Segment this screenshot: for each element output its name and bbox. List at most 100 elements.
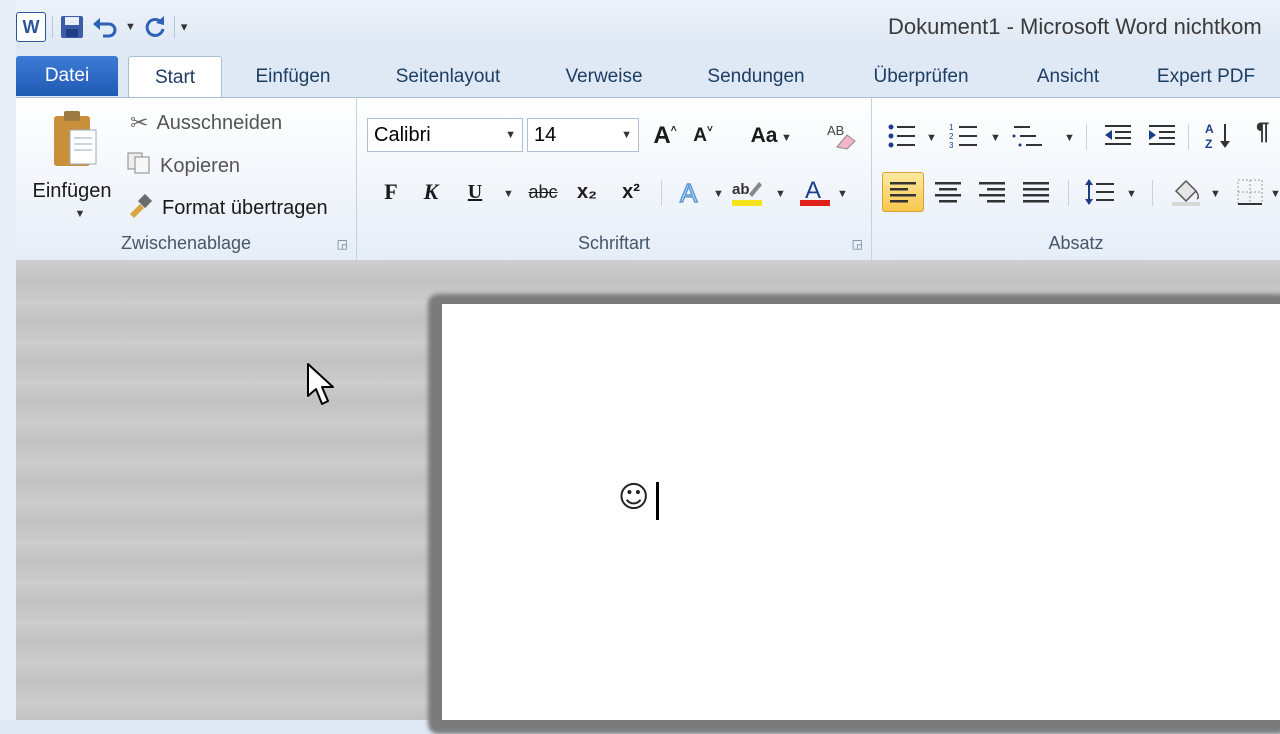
numbering-button[interactable]: 123: [946, 118, 982, 154]
increase-indent-icon: [1149, 125, 1175, 145]
line-spacing-dropdown-icon[interactable]: ▼: [1126, 188, 1137, 200]
tab-expert-pdf[interactable]: Expert PDF: [1144, 58, 1268, 96]
increase-indent-button[interactable]: [1144, 118, 1180, 154]
font-size-dropdown-icon[interactable]: ▼: [621, 129, 632, 141]
clear-formatting-button[interactable]: AB: [823, 118, 859, 154]
align-right-button[interactable]: [974, 174, 1010, 210]
tab-file[interactable]: Datei: [16, 56, 118, 96]
align-left-button[interactable]: [882, 172, 924, 212]
align-right-icon: [979, 182, 1005, 203]
tab-start[interactable]: Start: [128, 56, 222, 99]
svg-text:A: A: [1205, 122, 1214, 136]
window-title: Dokument1 - Microsoft Word nichtkom: [888, 14, 1262, 39]
document-text[interactable]: ☺: [618, 480, 649, 515]
numbering-dropdown-icon[interactable]: ▼: [990, 132, 1001, 144]
paragraph-separator: [1188, 124, 1189, 150]
paintbrush-icon: [126, 192, 154, 224]
justify-icon: [1023, 182, 1049, 203]
decrease-indent-icon: [1105, 125, 1131, 145]
highlight-button[interactable]: ab: [729, 174, 765, 210]
text-effects-icon: A: [679, 177, 699, 207]
tab-view[interactable]: Ansicht: [1020, 58, 1116, 96]
paint-bucket-icon: [1172, 179, 1200, 206]
qat-separator: [52, 16, 53, 38]
scissors-icon: ✂: [130, 110, 149, 135]
font-size-box[interactable]: 14 ▼: [527, 118, 639, 152]
clipboard-launcher-icon[interactable]: ◲: [337, 237, 348, 251]
multilevel-list-dropdown-icon[interactable]: ▼: [1064, 132, 1075, 144]
grow-font-icon: A: [653, 122, 671, 149]
save-icon[interactable]: [59, 13, 85, 41]
redo-icon[interactable]: [142, 13, 168, 41]
svg-text:A: A: [680, 178, 698, 207]
grow-font-arrow-icon: ˄: [670, 123, 677, 135]
undo-icon[interactable]: [91, 13, 119, 41]
highlight-dropdown-icon[interactable]: ▼: [775, 188, 786, 200]
shading-button[interactable]: [1168, 174, 1204, 210]
format-painter-button[interactable]: Format übertragen: [126, 192, 328, 224]
document-page[interactable]: ☺: [442, 304, 1280, 720]
underline-button[interactable]: U: [457, 174, 493, 210]
window-left-border: [0, 0, 16, 720]
qat-separator: [173, 16, 175, 38]
text-effects-button[interactable]: A: [673, 174, 709, 210]
copy-icon: [126, 151, 152, 181]
ribbon-tabs: Datei Start Einfügen Seitenlayout Verwei…: [16, 52, 1280, 99]
multilevel-list-button[interactable]: [1010, 118, 1046, 154]
tab-review[interactable]: Überprüfen: [852, 58, 990, 96]
font-name-dropdown-icon[interactable]: ▼: [505, 129, 516, 141]
word-logo-icon[interactable]: W: [16, 12, 46, 42]
underline-dropdown-icon[interactable]: ▼: [503, 188, 514, 200]
change-case-dropdown-icon[interactable]: ▼: [781, 132, 792, 144]
tab-mailings[interactable]: Sendungen: [690, 58, 822, 96]
paste-button[interactable]: Einfügen ▼: [26, 104, 118, 224]
font-color-button[interactable]: A: [797, 174, 833, 210]
shading-dropdown-icon[interactable]: ▼: [1210, 188, 1221, 200]
strikethrough-button[interactable]: abc: [523, 174, 563, 210]
bold-button[interactable]: F: [373, 174, 409, 210]
bullets-button[interactable]: [884, 118, 920, 154]
text-effects-dropdown-icon[interactable]: ▼: [713, 188, 724, 200]
tab-page-layout[interactable]: Seitenlayout: [378, 58, 518, 96]
font-launcher-icon[interactable]: ◲: [852, 237, 863, 251]
cut-button[interactable]: ✂ Ausschneiden: [130, 110, 282, 136]
bullets-dropdown-icon[interactable]: ▼: [926, 132, 937, 144]
tab-references[interactable]: Verweise: [548, 58, 660, 96]
change-case-button[interactable]: Aa: [747, 118, 781, 154]
borders-dropdown-icon[interactable]: ▼: [1270, 188, 1280, 200]
svg-text:ab: ab: [732, 181, 750, 198]
subscript-button[interactable]: x₂: [569, 174, 605, 210]
undo-dropdown-icon[interactable]: ▼: [125, 13, 136, 41]
font-color-dropdown-icon[interactable]: ▼: [837, 188, 848, 200]
align-center-button[interactable]: [930, 174, 966, 210]
font-separator: [661, 180, 662, 206]
italic-button[interactable]: K: [413, 174, 449, 210]
line-spacing-button[interactable]: [1082, 174, 1118, 210]
justify-button[interactable]: [1018, 174, 1054, 210]
copy-button[interactable]: Kopieren: [126, 151, 240, 181]
multilevel-list-icon: [1012, 126, 1042, 147]
grow-font-button[interactable]: A ˄: [647, 118, 683, 154]
decrease-indent-button[interactable]: [1100, 118, 1136, 154]
highlighter-icon: ab: [732, 181, 762, 206]
clipboard-group-label: Zwischenablage: [120, 233, 252, 253]
sort-icon: AZ: [1205, 122, 1230, 151]
font-group: Calibri ▼ 14 ▼ A ˄ A ˅ Aa ▼ AB F K U ▼ a…: [357, 98, 872, 260]
show-formatting-icon[interactable]: ¶: [1256, 118, 1269, 146]
svg-text:2: 2: [949, 132, 954, 141]
font-name-box[interactable]: Calibri ▼: [367, 118, 523, 152]
underline-label: U: [467, 180, 483, 203]
sort-button[interactable]: AZ: [1202, 118, 1238, 154]
paragraph-group-label: Absatz: [1048, 233, 1104, 253]
borders-button[interactable]: [1232, 174, 1268, 210]
paste-dropdown-icon[interactable]: ▼: [26, 208, 134, 220]
shrink-font-button[interactable]: A ˅: [685, 118, 721, 154]
superscript-button[interactable]: x²: [613, 174, 649, 210]
svg-text:3: 3: [949, 141, 954, 150]
align-left-icon: [890, 182, 916, 203]
svg-text:A: A: [805, 177, 821, 204]
customize-icon[interactable]: ▾: [181, 13, 188, 41]
align-center-icon: [935, 182, 961, 203]
paragraph-group: ▼ 123 ▼ ▼ AZ ¶ ▼ ▼ ▼ Absatz: [872, 98, 1280, 260]
tab-insert[interactable]: Einfügen: [242, 58, 344, 96]
